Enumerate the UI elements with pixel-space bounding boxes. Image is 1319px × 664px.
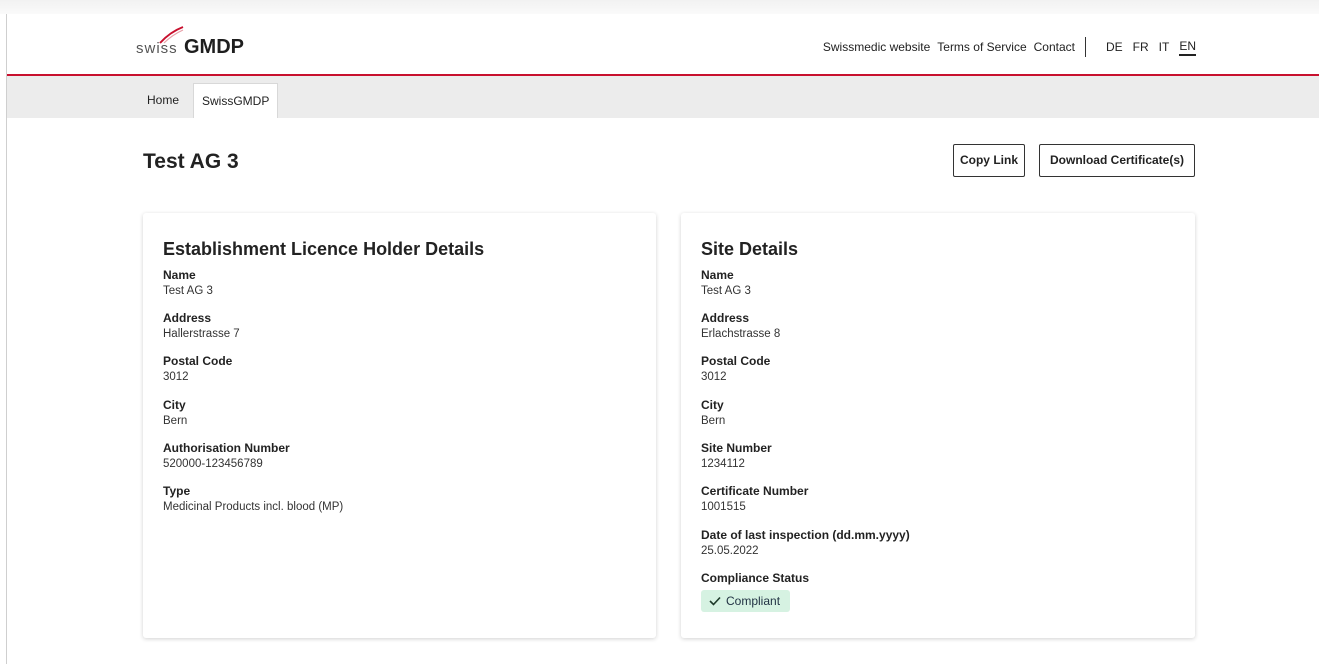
logo-prefix: swiss (136, 40, 178, 57)
field-label: Postal Code (701, 354, 771, 368)
field-value: 1001515 (701, 501, 746, 513)
site-number-field: Site Number 1234112 (701, 441, 772, 472)
site-details-card: Site Details Name Test AG 3 Address Erla… (681, 213, 1195, 638)
holder-authorisation-number-field: Authorisation Number 520000-123456789 (163, 441, 290, 472)
last-inspection-date-field: Date of last inspection (dd.mm.yyyy) 25.… (701, 528, 910, 559)
swissgmdp-logo[interactable]: swiss GMDP (136, 26, 276, 60)
nav-divider (1084, 37, 1086, 57)
site-postal-code-field: Postal Code 3012 (701, 354, 770, 385)
field-value: Test AG 3 (701, 285, 751, 297)
field-label: Postal Code (163, 354, 233, 368)
holder-address-field: Address Hallerstrasse 7 (163, 311, 240, 342)
field-value: 1234112 (701, 458, 745, 470)
breadcrumb-current[interactable]: SwissGMDP (193, 83, 279, 118)
field-value: Test AG 3 (163, 285, 213, 297)
field-label: Type (163, 484, 191, 498)
field-value: Bern (163, 415, 188, 427)
lang-fr[interactable]: FR (1133, 40, 1149, 54)
holder-postal-code-field: Postal Code 3012 (163, 354, 232, 385)
compliance-status-badge: Compliant (701, 590, 791, 612)
holder-city-field: City Bern (163, 398, 187, 429)
copy-link-button[interactable]: Copy Link (953, 144, 1025, 177)
compliance-status-field: Compliance Status Compliant (701, 571, 809, 612)
field-label: Address (163, 311, 212, 325)
site-details-heading: Site Details (701, 239, 799, 259)
field-label: Authorisation Number (163, 441, 290, 455)
field-value: Erlachstrasse 8 (701, 328, 781, 340)
field-label: Name (163, 268, 196, 282)
licence-holder-heading: Establishment Licence Holder Details (163, 239, 485, 259)
browser-top-strip (0, 0, 1319, 14)
lang-de[interactable]: DE (1106, 40, 1123, 54)
field-value: 3012 (701, 371, 727, 383)
field-label: Site Number (701, 441, 772, 455)
link-terms-of-service[interactable]: Terms of Service (937, 40, 1026, 54)
site-city-field: City Bern (701, 398, 725, 429)
field-label: Date of last inspection (dd.mm.yyyy) (701, 528, 910, 542)
field-label: Address (701, 311, 750, 325)
field-value: Hallerstrasse 7 (163, 328, 240, 340)
field-label: Certificate Number (701, 484, 809, 498)
lang-it[interactable]: IT (1159, 40, 1170, 54)
certificate-number-field: Certificate Number 1001515 (701, 484, 808, 515)
field-value: Medicinal Products incl. blood (MP) (163, 501, 344, 513)
field-label: Compliance Status (701, 571, 810, 585)
logo-main: GMDP (184, 36, 244, 58)
holder-name-field: Name Test AG 3 (163, 268, 213, 299)
field-value: 25.05.2022 (701, 545, 759, 557)
app-window: swiss GMDP Swissmedic website Terms of S… (0, 0, 1319, 664)
field-label: City (163, 398, 186, 412)
licence-holder-card: Establishment Licence Holder Details Nam… (143, 213, 656, 638)
site-address-field: Address Erlachstrasse 8 (701, 311, 780, 342)
field-value: 3012 (163, 371, 189, 383)
link-contact[interactable]: Contact (1034, 40, 1075, 54)
checkmark-icon (709, 596, 721, 606)
field-value: Bern (701, 415, 726, 427)
lang-en[interactable]: EN (1179, 39, 1196, 56)
holder-type-field: Type Medicinal Products incl. blood (MP) (163, 484, 343, 515)
field-label: Name (701, 268, 734, 282)
breadcrumb-home[interactable]: Home (147, 83, 179, 118)
link-swissmedic-website[interactable]: Swissmedic website (823, 40, 930, 54)
site-name-field: Name Test AG 3 (701, 268, 751, 299)
page-title: Test AG 3 (143, 150, 239, 173)
compliance-status-text: Compliant (726, 594, 781, 608)
download-certificates-button[interactable]: Download Certificate(s) (1039, 144, 1195, 177)
field-value: 520000-123456789 (163, 458, 263, 470)
top-navigation: Swissmedic website Terms of Service Cont… (816, 37, 1196, 57)
field-label: City (701, 398, 724, 412)
